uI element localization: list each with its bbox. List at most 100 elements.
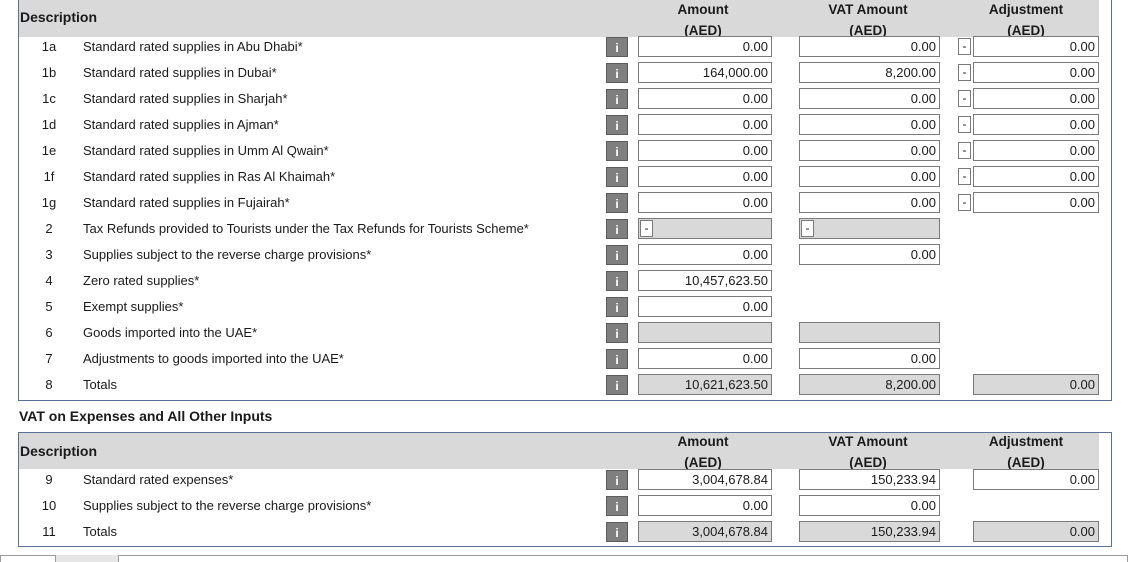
info-icon[interactable]: i bbox=[606, 37, 628, 57]
sheet-tab[interactable] bbox=[0, 555, 56, 562]
info-icon[interactable]: i bbox=[606, 245, 628, 265]
adjustment-field[interactable]: 0.00 bbox=[973, 88, 1099, 109]
vat-amount-field[interactable]: 150,233.94 bbox=[799, 469, 940, 490]
adjustment-field[interactable]: 0.00 bbox=[973, 62, 1099, 83]
adjustment-total: 0.00 bbox=[973, 374, 1099, 395]
adjustment-sign-field[interactable]: - bbox=[958, 38, 971, 55]
vat-amount-total: 150,233.94 bbox=[799, 521, 940, 542]
table-row: 9 Standard rated expenses* i 3,004,678.8… bbox=[19, 467, 1109, 493]
adjustment-sign-field[interactable]: - bbox=[958, 116, 971, 133]
vat-amount-field[interactable]: 0.00 bbox=[799, 495, 940, 516]
row-label: Standard rated supplies in Umm Al Qwain* bbox=[83, 143, 329, 158]
adjustment-field[interactable]: 0.00 bbox=[973, 114, 1099, 135]
row-number: 8 bbox=[45, 377, 53, 392]
amount-field[interactable]: 10,457,623.50 bbox=[638, 270, 772, 291]
vat-amount-field bbox=[799, 218, 940, 239]
amount-field[interactable]: 0.00 bbox=[638, 140, 772, 161]
vat-on-sales-panel: Description Amount (AED) VAT Amount (AED… bbox=[18, 0, 1112, 401]
amount-field[interactable]: 0.00 bbox=[638, 244, 772, 265]
amount-field[interactable]: 0.00 bbox=[638, 166, 772, 187]
row-number: 11 bbox=[42, 524, 56, 539]
vat-sign-field[interactable]: - bbox=[801, 220, 814, 237]
row-number: 1f bbox=[43, 169, 55, 184]
vat-amount-field[interactable]: 0.00 bbox=[799, 36, 940, 57]
info-icon[interactable]: i bbox=[606, 63, 628, 83]
table-row: 1g Standard rated supplies in Fujairah* … bbox=[19, 190, 1109, 216]
table-row: 1f Standard rated supplies in Ras Al Kha… bbox=[19, 164, 1109, 190]
info-icon[interactable]: i bbox=[606, 219, 628, 239]
amount-field[interactable]: 0.00 bbox=[638, 88, 772, 109]
amount-field[interactable]: 0.00 bbox=[638, 114, 772, 135]
info-icon[interactable]: i bbox=[606, 141, 628, 161]
info-icon[interactable]: i bbox=[606, 193, 628, 213]
vat-amount-field[interactable]: 0.00 bbox=[799, 140, 940, 161]
row-label: Adjustments to goods imported into the U… bbox=[83, 351, 344, 366]
row-label: Supplies subject to the reverse charge p… bbox=[83, 247, 372, 262]
adjustment-sign-field[interactable]: - bbox=[958, 90, 971, 107]
adjustment-field[interactable]: 0.00 bbox=[973, 469, 1099, 490]
info-icon[interactable]: i bbox=[606, 522, 628, 542]
info-icon[interactable]: i bbox=[606, 375, 628, 395]
adjustment-field[interactable]: 0.00 bbox=[973, 192, 1099, 213]
adjustment-sign-field[interactable]: - bbox=[958, 64, 971, 81]
sheet-tab[interactable] bbox=[118, 555, 1128, 562]
adjustment-field[interactable]: 0.00 bbox=[973, 140, 1099, 161]
adjustment-sign-field[interactable]: - bbox=[958, 168, 971, 185]
amount-field[interactable]: 0.00 bbox=[638, 36, 772, 57]
row-label: Standard rated supplies in Dubai* bbox=[83, 65, 277, 80]
row-label: Tax Refunds provided to Tourists under t… bbox=[83, 221, 529, 236]
amount-total: 3,004,678.84 bbox=[638, 521, 772, 542]
amount-field[interactable]: 164,000.00 bbox=[638, 62, 772, 83]
amount-field[interactable]: 0.00 bbox=[638, 348, 772, 369]
info-icon[interactable]: i bbox=[606, 297, 628, 317]
row-number: 1d bbox=[41, 117, 57, 132]
adjustment-field[interactable]: 0.00 bbox=[973, 36, 1099, 57]
info-icon[interactable]: i bbox=[606, 496, 628, 516]
adjustment-field[interactable]: 0.00 bbox=[973, 166, 1099, 187]
row-label: Goods imported into the UAE* bbox=[83, 325, 258, 340]
row-label: Standard rated supplies in Ajman* bbox=[83, 117, 279, 132]
table-row: 1d Standard rated supplies in Ajman* i 0… bbox=[19, 112, 1109, 138]
row-label: Zero rated supplies* bbox=[83, 273, 200, 288]
info-icon[interactable]: i bbox=[606, 271, 628, 291]
totals-row: 11 Totals i 3,004,678.84 150,233.94 0.00 bbox=[19, 519, 1109, 545]
vat-amount-total: 8,200.00 bbox=[799, 374, 940, 395]
info-icon[interactable]: i bbox=[606, 470, 628, 490]
table-header bbox=[19, 433, 1099, 469]
table-row: 1a Standard rated supplies in Abu Dhabi*… bbox=[19, 34, 1109, 60]
row-number: 6 bbox=[45, 325, 53, 340]
amount-field[interactable]: 0.00 bbox=[638, 192, 772, 213]
row-label: Totals bbox=[83, 524, 117, 539]
vat-amount-field[interactable]: 0.00 bbox=[799, 192, 940, 213]
vat-amount-field[interactable]: 0.00 bbox=[799, 244, 940, 265]
row-number: 10 bbox=[41, 498, 57, 513]
amount-field[interactable]: 0.00 bbox=[638, 296, 772, 317]
vat-amount-field[interactable]: 8,200.00 bbox=[799, 62, 940, 83]
table-row: 1b Standard rated supplies in Dubai* i 1… bbox=[19, 60, 1109, 86]
vat-amount-field bbox=[799, 322, 940, 343]
adjustment-total: 0.00 bbox=[973, 521, 1099, 542]
row-number: 3 bbox=[45, 247, 53, 262]
row-label: Standard rated expenses* bbox=[83, 472, 234, 487]
row-number: 1b bbox=[41, 65, 57, 80]
vat-amount-field[interactable]: 0.00 bbox=[799, 348, 940, 369]
amount-sign-field[interactable]: - bbox=[640, 220, 653, 237]
info-icon[interactable]: i bbox=[606, 323, 628, 343]
info-icon[interactable]: i bbox=[606, 349, 628, 369]
info-icon[interactable]: i bbox=[606, 115, 628, 135]
description-header: Description bbox=[20, 443, 98, 459]
adjustment-sign-field[interactable]: - bbox=[958, 142, 971, 159]
amount-total: 10,621,623.50 bbox=[638, 374, 772, 395]
vat-amount-field[interactable]: 0.00 bbox=[799, 114, 940, 135]
amount-field[interactable]: 0.00 bbox=[638, 495, 772, 516]
vat-amount-field[interactable]: 0.00 bbox=[799, 88, 940, 109]
adjustment-sign-field[interactable]: - bbox=[958, 194, 971, 211]
amount-field[interactable]: 3,004,678.84 bbox=[638, 469, 772, 490]
table-row: 10 Supplies subject to the reverse charg… bbox=[19, 493, 1109, 519]
row-number: 2 bbox=[45, 221, 53, 236]
info-icon[interactable]: i bbox=[606, 89, 628, 109]
info-icon[interactable]: i bbox=[606, 167, 628, 187]
row-label: Standard rated supplies in Ras Al Khaima… bbox=[83, 169, 336, 184]
vat-amount-field[interactable]: 0.00 bbox=[799, 166, 940, 187]
table-row: 4 Zero rated supplies* i 10,457,623.50 bbox=[19, 268, 1109, 294]
